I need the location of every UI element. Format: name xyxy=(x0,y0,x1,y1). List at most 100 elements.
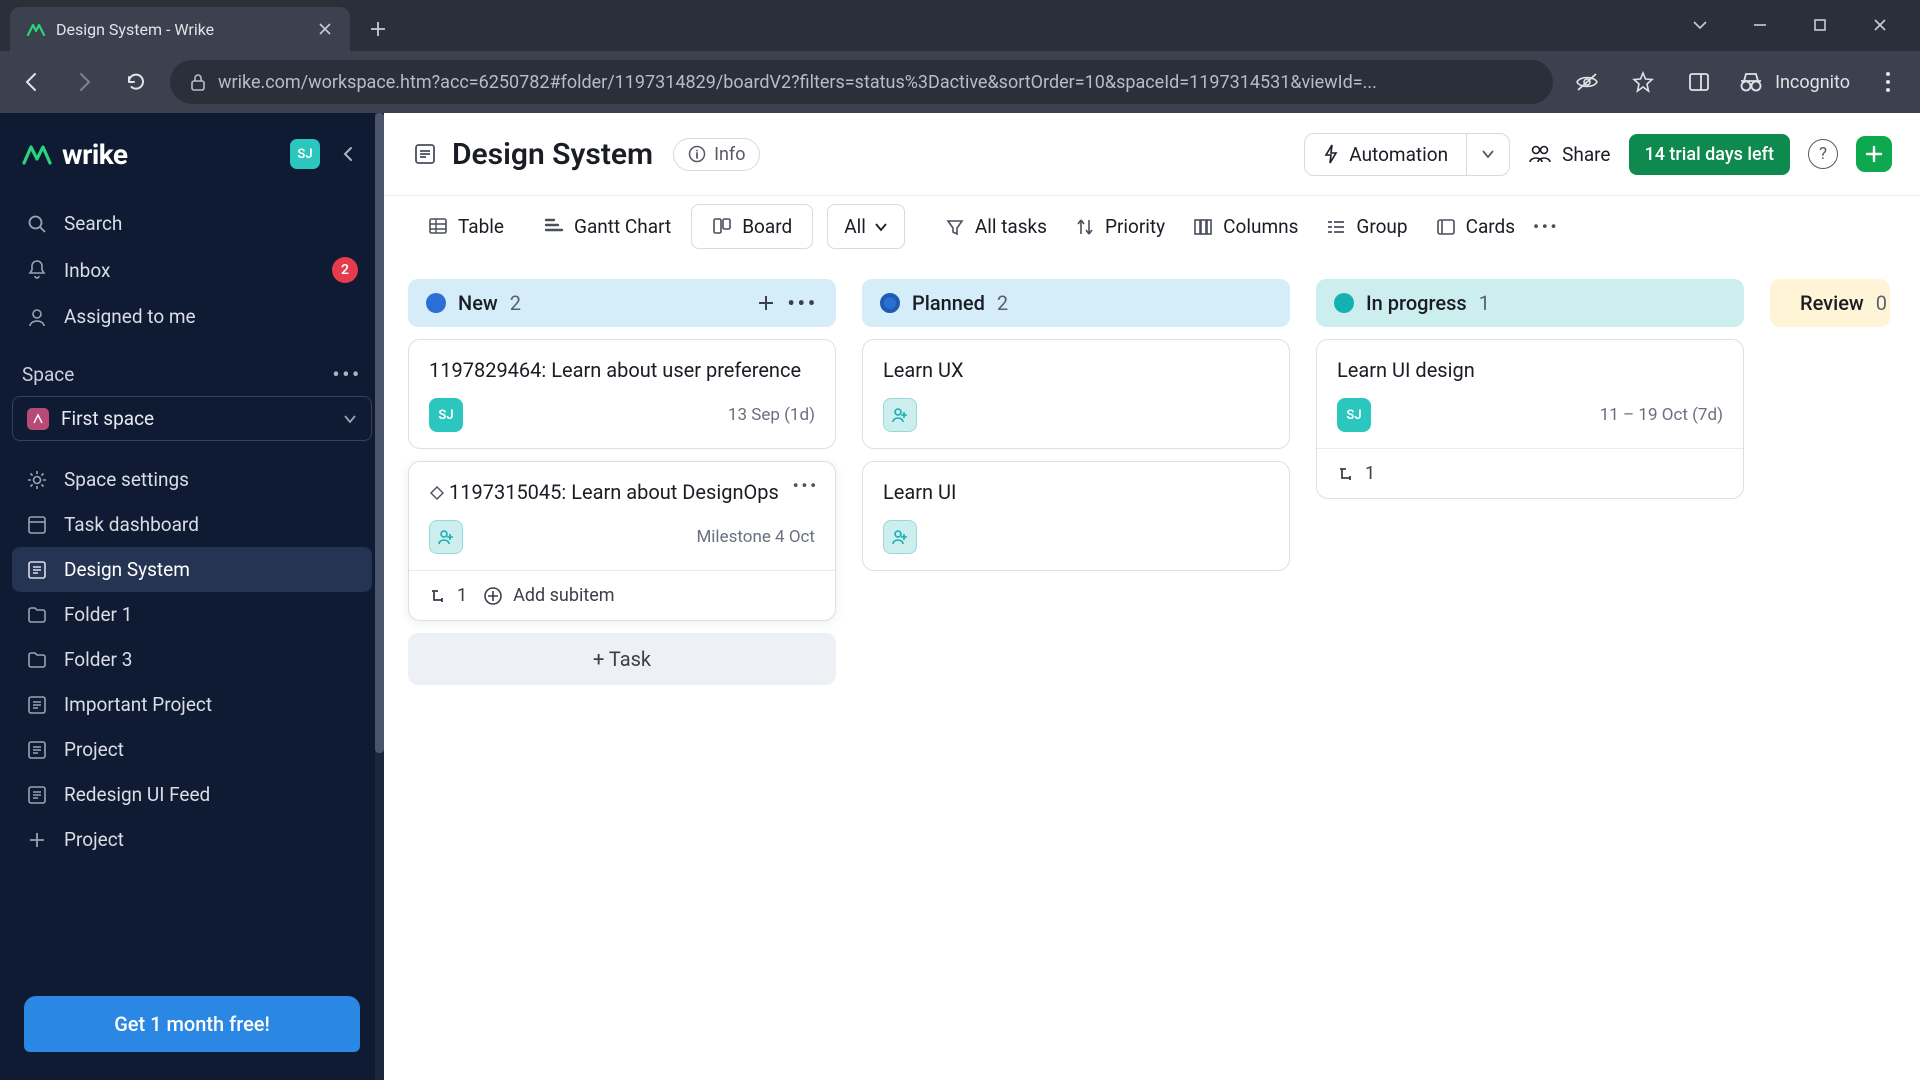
wrike-logo[interactable]: wrike xyxy=(22,138,128,171)
space-selector[interactable]: First space xyxy=(12,396,372,441)
add-task-button[interactable]: + Task xyxy=(408,633,836,685)
star-icon[interactable] xyxy=(1625,64,1661,100)
add-assignee-button[interactable] xyxy=(429,520,463,554)
chevron-down-icon[interactable] xyxy=(1467,140,1509,168)
toolbar-group[interactable]: Group xyxy=(1326,215,1407,238)
view-tab-board[interactable]: Board xyxy=(691,204,813,249)
folder-icon xyxy=(26,604,48,626)
card[interactable]: Learn UI design SJ 11 – 19 Oct (7d) 1 xyxy=(1316,339,1744,499)
card-date: Milestone 4 Oct xyxy=(696,527,815,547)
sidebar-add-project[interactable]: Project xyxy=(12,817,372,862)
sidebar-item-important-project[interactable]: Important Project xyxy=(12,682,372,727)
view-tab-table[interactable]: Table xyxy=(408,204,524,249)
trial-badge[interactable]: 14 trial days left xyxy=(1629,134,1791,175)
column-name: Review xyxy=(1800,291,1864,315)
card[interactable]: Learn UX xyxy=(862,339,1290,449)
minimize-icon[interactable] xyxy=(1748,13,1772,37)
column-header-progress[interactable]: In progress 1 xyxy=(1316,279,1744,327)
column-review: Review 0 xyxy=(1770,279,1890,1058)
status-dot-icon xyxy=(426,293,446,313)
new-tab-button[interactable] xyxy=(358,9,398,49)
sidebar-assigned[interactable]: Assigned to me xyxy=(12,294,372,339)
view-tab-gantt[interactable]: Gantt Chart xyxy=(524,204,691,249)
eye-off-icon[interactable] xyxy=(1569,64,1605,100)
sidebar: wrike SJ Search Inbox 2 Assigned to me S… xyxy=(0,113,384,1080)
toolbar-priority[interactable]: Priority xyxy=(1075,215,1165,238)
milestone-icon xyxy=(429,485,445,501)
cards-progress: Learn UI design SJ 11 – 19 Oct (7d) 1 xyxy=(1316,339,1744,499)
maximize-icon[interactable] xyxy=(1808,13,1832,37)
promo-button[interactable]: Get 1 month free! xyxy=(24,996,360,1052)
automation-button[interactable]: Automation xyxy=(1304,133,1510,176)
card[interactable]: ••• 1197315045: Learn about DesignOps Mi… xyxy=(408,461,836,621)
sidebar-item-design-system[interactable]: Design System xyxy=(12,547,372,592)
sidebar-item-redesign-ui-feed[interactable]: Redesign UI Feed xyxy=(12,772,372,817)
space-more-button[interactable]: ••• xyxy=(333,363,362,386)
card[interactable]: Learn UI xyxy=(862,461,1290,571)
page-header: Design System Info Automation Share 14 xyxy=(384,113,1920,195)
add-subitem-button[interactable]: Add subitem xyxy=(483,585,614,606)
menu-icon[interactable] xyxy=(1870,64,1906,100)
info-button[interactable]: Info xyxy=(673,138,760,171)
page-title: Design System xyxy=(452,137,653,172)
subitems-count: 1 xyxy=(1365,463,1375,484)
subitems-indicator[interactable]: 1 xyxy=(429,585,467,606)
sidebar-item-folder-1[interactable]: Folder 1 xyxy=(12,592,372,637)
toolbar-more-button[interactable]: ••• xyxy=(1533,217,1559,236)
reload-button[interactable] xyxy=(118,64,154,100)
incognito-indicator[interactable]: Incognito xyxy=(1737,71,1850,93)
tab-label: Board xyxy=(742,215,792,238)
share-button[interactable]: Share xyxy=(1528,143,1610,166)
sidebar-item-task-dashboard[interactable]: Task dashboard xyxy=(12,502,372,547)
close-icon[interactable] xyxy=(316,20,334,38)
panel-icon[interactable] xyxy=(1681,64,1717,100)
tab-label: Table xyxy=(458,215,504,238)
filter-label: All xyxy=(844,215,866,238)
window-controls xyxy=(1688,13,1920,51)
brand-text: wrike xyxy=(62,138,128,171)
toolbar-columns[interactable]: Columns xyxy=(1193,215,1298,238)
column-more-button[interactable]: ••• xyxy=(787,291,818,315)
toolbar-cards[interactable]: Cards xyxy=(1436,215,1516,238)
forward-button[interactable] xyxy=(66,64,102,100)
sidebar-item-project[interactable]: Project xyxy=(12,727,372,772)
create-button[interactable] xyxy=(1856,136,1892,172)
column-header-review[interactable]: Review 0 xyxy=(1770,279,1890,327)
avatar[interactable]: SJ xyxy=(429,398,463,432)
toolbar-all-tasks[interactable]: All tasks xyxy=(945,215,1047,238)
add-assignee-button[interactable] xyxy=(883,398,917,432)
wrike-mark-icon xyxy=(22,143,52,165)
card-more-button[interactable]: ••• xyxy=(793,476,819,495)
avatar[interactable]: SJ xyxy=(1337,398,1371,432)
sidebar-item-space-settings[interactable]: Space settings xyxy=(12,457,372,502)
chevron-down-icon xyxy=(874,222,888,232)
share-label: Share xyxy=(1562,143,1610,166)
avatar[interactable]: SJ xyxy=(290,139,320,169)
address-bar[interactable]: wrike.com/workspace.htm?acc=6250782#fold… xyxy=(170,60,1553,104)
back-button[interactable] xyxy=(14,64,50,100)
column-header-planned[interactable]: Planned 2 xyxy=(862,279,1290,327)
column-name: New xyxy=(458,291,498,315)
sidebar-nav-top: Search Inbox 2 Assigned to me xyxy=(0,195,384,345)
column-new: New 2 ••• 1197829464: Learn about user p… xyxy=(408,279,836,1058)
column-header-new[interactable]: New 2 ••• xyxy=(408,279,836,327)
inbox-label: Inbox xyxy=(64,259,110,282)
help-button[interactable]: ? xyxy=(1808,139,1838,169)
filter-all[interactable]: All xyxy=(827,204,905,249)
sidebar-scrollbar[interactable] xyxy=(375,113,384,1080)
caret-down-icon[interactable] xyxy=(1688,13,1712,37)
sidebar-item-folder-3[interactable]: Folder 3 xyxy=(12,637,372,682)
card[interactable]: 1197829464: Learn about user preference … xyxy=(408,339,836,449)
column-add-button[interactable] xyxy=(757,294,775,312)
column-name: In progress xyxy=(1366,291,1467,315)
browser-tab[interactable]: Design System - Wrike xyxy=(10,7,350,51)
sidebar-search[interactable]: Search xyxy=(12,201,372,246)
add-task-label: + Task xyxy=(593,647,651,671)
subitems-indicator[interactable]: 1 xyxy=(1337,463,1375,484)
board: New 2 ••• 1197829464: Learn about user p… xyxy=(384,257,1920,1080)
sidebar-inbox[interactable]: Inbox 2 xyxy=(12,246,372,294)
window-close-icon[interactable] xyxy=(1868,13,1892,37)
collapse-sidebar-button[interactable] xyxy=(334,140,362,168)
tb-label: Group xyxy=(1356,215,1407,238)
add-assignee-button[interactable] xyxy=(883,520,917,554)
